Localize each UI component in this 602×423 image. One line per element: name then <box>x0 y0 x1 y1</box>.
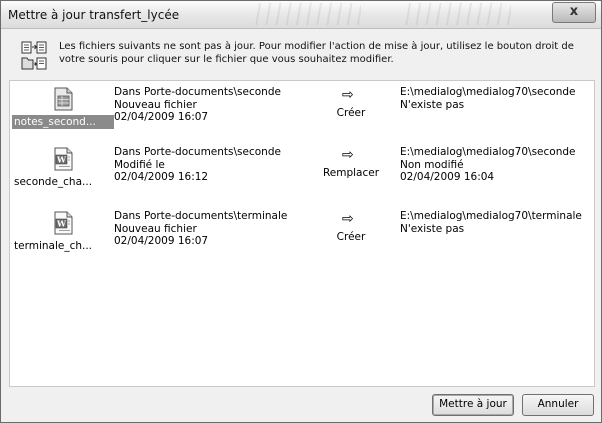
spreadsheet-file-icon <box>54 87 73 111</box>
titlebar-decoration <box>401 3 511 25</box>
destination-status: N'existe pas <box>400 98 465 111</box>
titlebar-decoration <box>251 3 361 25</box>
source-date: 02/04/2009 16:07 <box>114 235 209 247</box>
update-action[interactable]: Créer <box>316 231 386 243</box>
file-row[interactable]: W seconde_cha... Dans Porte-documents\se… <box>10 145 594 207</box>
source-info: Dans Porte-documents\terminale Nouveau f… <box>114 210 324 248</box>
destination-info: E:\medialog\medialog70\seconde N'existe … <box>400 86 590 111</box>
destination-info: E:\medialog\medialog70\terminale N'exist… <box>400 210 590 235</box>
file-name[interactable]: seconde_cha... <box>12 175 114 189</box>
cancel-button[interactable]: Annuler <box>522 394 594 416</box>
destination-status: Non modifié <box>400 158 464 171</box>
source-info: Dans Porte-documents\seconde Nouveau fic… <box>114 86 324 124</box>
file-list[interactable]: notes_second... Dans Porte-documents\sec… <box>9 80 595 387</box>
arrow-right-icon: ⇨ <box>342 147 354 163</box>
title-bar[interactable]: Mettre à jour transfert_lycée x <box>1 1 601 29</box>
svg-text:W: W <box>56 219 67 229</box>
destination-location: E:\medialog\medialog70\terminale <box>400 210 582 222</box>
close-button[interactable]: x <box>552 2 596 23</box>
destination-location: E:\medialog\medialog70\seconde <box>400 146 576 158</box>
destination-location: E:\medialog\medialog70\seconde <box>400 86 576 98</box>
update-action[interactable]: Remplacer <box>316 167 386 179</box>
arrow-right-icon: ⇨ <box>342 87 354 103</box>
update-action[interactable]: Créer <box>316 107 386 119</box>
info-message: Les fichiers suivants ne sont pas à jour… <box>59 41 574 65</box>
source-date: 02/04/2009 16:12 <box>114 171 209 183</box>
destination-status: N'existe pas <box>400 222 465 235</box>
source-date: 02/04/2009 16:07 <box>114 111 209 123</box>
svg-text:W: W <box>56 155 67 165</box>
source-info: Dans Porte-documents\seconde Modifié le … <box>114 146 324 184</box>
file-name[interactable]: notes_second... <box>12 115 114 129</box>
source-status: Modifié le <box>114 158 165 171</box>
file-row[interactable]: notes_second... Dans Porte-documents\sec… <box>10 85 594 147</box>
source-location: Dans Porte-documents\seconde <box>114 86 281 98</box>
destination-date: 02/04/2009 16:04 <box>400 171 495 183</box>
file-row[interactable]: W terminale_ch... Dans Porte-documents\t… <box>10 209 594 271</box>
file-name[interactable]: terminale_ch... <box>12 239 114 253</box>
sync-files-icon <box>21 41 47 70</box>
source-status: Nouveau fichier <box>114 222 197 235</box>
info-bar: Les fichiers suivants ne sont pas à jour… <box>7 37 593 77</box>
source-status: Nouveau fichier <box>114 98 197 111</box>
update-button[interactable]: Mettre à jour <box>432 394 514 416</box>
source-location: Dans Porte-documents\terminale <box>114 210 288 222</box>
word-file-icon: W <box>54 147 73 171</box>
word-file-icon: W <box>54 211 73 235</box>
update-dialog-window: Mettre à jour transfert_lycée x Les fich… <box>0 0 602 423</box>
arrow-right-icon: ⇨ <box>342 211 354 227</box>
source-location: Dans Porte-documents\seconde <box>114 146 281 158</box>
destination-info: E:\medialog\medialog70\seconde Non modif… <box>400 146 590 184</box>
window-title: Mettre à jour transfert_lycée <box>8 8 180 22</box>
